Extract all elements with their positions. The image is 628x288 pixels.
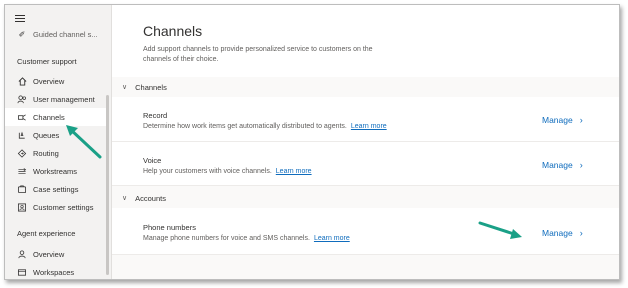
group-header-accounts[interactable]: ∨ Accounts xyxy=(112,189,619,207)
chevron-down-icon: ∨ xyxy=(122,195,128,202)
case-settings-icon xyxy=(17,184,27,194)
home-icon xyxy=(17,76,27,86)
hamburger-menu-icon[interactable] xyxy=(15,15,25,23)
phone-numbers-learn-more-link[interactable]: Learn more xyxy=(314,235,350,242)
routing-icon xyxy=(17,148,27,158)
record-title: Record xyxy=(143,111,168,120)
record-description: Determine how work items get automatical… xyxy=(143,123,387,130)
app-window: ✐ Guided channel s... Customer support O… xyxy=(4,4,620,280)
sidebar-item-guided-channel-setup[interactable]: ✐ Guided channel s... xyxy=(5,25,109,43)
sidebar-item-case-settings[interactable]: Case settings xyxy=(5,180,109,198)
channels-icon xyxy=(17,112,27,122)
workspaces-icon xyxy=(17,267,27,277)
phone-numbers-manage-button[interactable]: Manage › xyxy=(542,228,583,238)
chevron-right-icon: › xyxy=(579,228,583,238)
page-title: Channels xyxy=(143,23,203,39)
phone-numbers-title: Phone numbers xyxy=(143,223,196,232)
annotation-arrow-icon xyxy=(478,221,522,239)
sidebar-item-workstreams[interactable]: Workstreams xyxy=(5,162,109,180)
sidebar-item-customer-settings[interactable]: Customer settings xyxy=(5,198,109,216)
page-description: Add support channels to provide personal… xyxy=(143,46,373,63)
phone-numbers-description: Manage phone numbers for voice and SMS c… xyxy=(143,235,350,242)
sidebar-item-overview[interactable]: Overview xyxy=(5,72,109,90)
account-card-phone-numbers[interactable]: Phone numbers Manage phone numbers for v… xyxy=(112,208,619,255)
sidebar-item-agent-overview[interactable]: Overview xyxy=(5,245,109,263)
voice-manage-button[interactable]: Manage › xyxy=(542,160,583,170)
chevron-down-icon: ∨ xyxy=(122,84,128,91)
chevron-right-icon: › xyxy=(579,115,583,125)
chevron-right-icon: › xyxy=(579,160,583,170)
sidebar-item-workspaces[interactable]: Workspaces xyxy=(5,263,109,279)
sidebar: ✐ Guided channel s... Customer support O… xyxy=(5,5,112,279)
channel-card-voice[interactable]: Voice Help your customers with voice cha… xyxy=(112,142,619,186)
annotation-arrow-icon xyxy=(66,125,102,159)
sidebar-item-user-management[interactable]: User management xyxy=(5,90,109,108)
section-label-agent-experience: Agent experience xyxy=(17,229,76,238)
customer-settings-icon xyxy=(17,202,27,212)
voice-learn-more-link[interactable]: Learn more xyxy=(276,168,312,175)
page-header: Channels Add support channels to provide… xyxy=(112,5,619,77)
record-manage-button[interactable]: Manage › xyxy=(542,115,583,125)
section-label-customer-support: Customer support xyxy=(17,57,77,66)
record-learn-more-link[interactable]: Learn more xyxy=(351,123,387,130)
group-header-channels[interactable]: ∨ Channels xyxy=(112,78,619,96)
workstreams-icon xyxy=(17,166,27,176)
voice-description: Help your customers with voice channels.… xyxy=(143,168,312,175)
agent-overview-icon xyxy=(17,249,27,259)
guided-setup-icon: ✐ xyxy=(18,29,26,39)
main-content: Channels Add support channels to provide… xyxy=(112,5,619,279)
voice-title: Voice xyxy=(143,156,162,165)
people-icon xyxy=(17,94,27,104)
queues-icon xyxy=(17,130,27,140)
channel-card-record[interactable]: Record Determine how work items get auto… xyxy=(112,97,619,142)
